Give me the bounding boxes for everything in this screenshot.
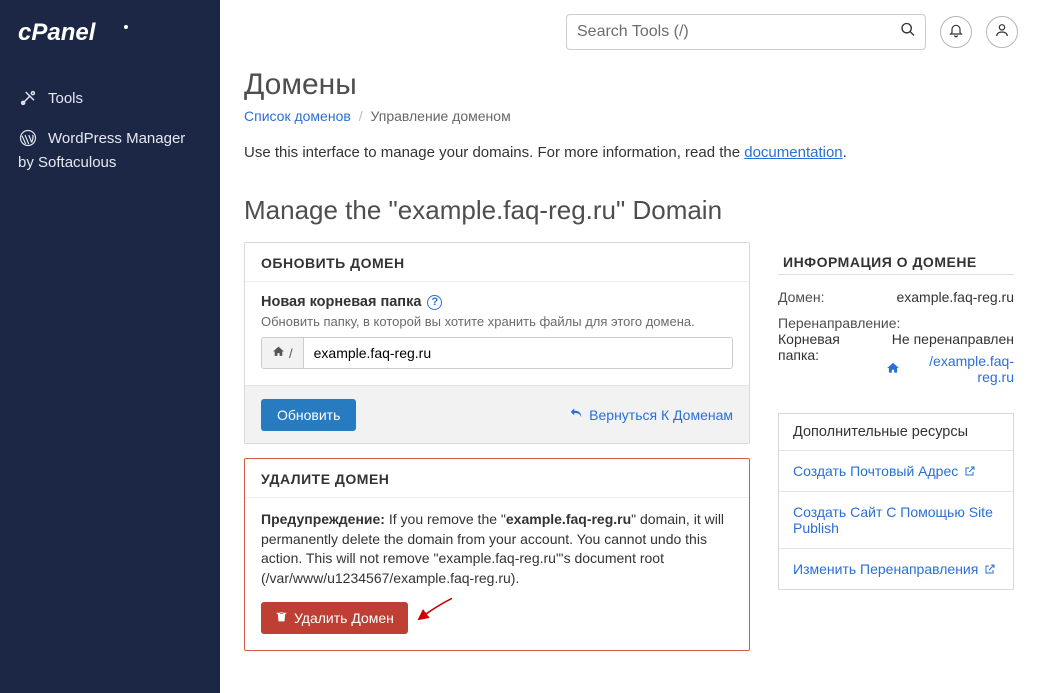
sidebar: cPanel Tools WordPress Manager xyxy=(0,0,220,693)
search-box xyxy=(566,14,926,50)
domain-info-heading: ИНФОРМАЦИЯ О ДОМЕНЕ xyxy=(778,242,1014,275)
resource-edit-redirects[interactable]: Изменить Перенаправления xyxy=(779,549,1013,589)
domain-root-link[interactable]: /example.faq-reg.ru xyxy=(886,353,1014,385)
resources-heading: Дополнительные ресурсы xyxy=(779,414,1013,451)
docroot-label-text: Новая корневая папка xyxy=(261,294,421,310)
trash-icon xyxy=(275,610,288,626)
back-link-text: Вернуться К Доменам xyxy=(589,407,733,423)
remove-warning-text: Предупреждение: If you remove the "examp… xyxy=(261,510,733,588)
external-link-icon xyxy=(984,563,996,575)
domain-info-domain-value: example.faq-reg.ru xyxy=(896,289,1014,305)
remove-warning-label: Предупреждение: xyxy=(261,511,385,527)
domain-info-section: ИНФОРМАЦИЯ О ДОМЕНЕ Домен: example.faq-r… xyxy=(778,242,1014,385)
topbar xyxy=(220,0,1038,60)
manage-domain-heading: Manage the "example.faq-reg.ru" Domain xyxy=(244,195,1014,226)
search-input[interactable] xyxy=(566,14,926,50)
remove-warning-pre: If you remove the " xyxy=(385,511,506,527)
update-button[interactable]: Обновить xyxy=(261,399,356,431)
main-area: Домены Список доменов / Управление домен… xyxy=(220,0,1038,693)
domain-info-redirect-label: Перенаправление: xyxy=(778,315,900,331)
additional-resources-panel: Дополнительные ресурсы Создать Почтовый … xyxy=(778,413,1014,590)
intro-post: . xyxy=(843,144,847,161)
domain-root-link-text: /example.faq-reg.ru xyxy=(904,353,1014,385)
documentation-link[interactable]: documentation xyxy=(744,144,842,161)
resource-create-site[interactable]: Создать Сайт С Помощью Site Publish xyxy=(779,492,1013,549)
update-panel-heading: ОБНОВИТЬ ДОМЕН xyxy=(245,243,749,282)
remove-panel-heading: УДАЛИТЕ ДОМЕН xyxy=(245,459,749,498)
sidebar-item-wordpress[interactable]: WordPress Manager by Softaculous xyxy=(18,118,202,181)
breadcrumb-separator: / xyxy=(359,108,363,124)
resource-create-email[interactable]: Создать Почтовый Адрес xyxy=(779,451,1013,492)
resource-item-label: Создать Почтовый Адрес xyxy=(793,463,958,479)
domain-info-redirect-value: Не перенаправлен xyxy=(886,331,1014,347)
sidebar-item-label-line2: by Softaculous xyxy=(18,154,116,171)
resource-item-label: Изменить Перенаправления xyxy=(793,561,978,577)
cpanel-logo: cPanel xyxy=(18,18,202,48)
sidebar-item-tools[interactable]: Tools xyxy=(18,78,202,118)
intro-pre: Use this interface to manage your domain… xyxy=(244,144,744,161)
remove-warning-domain: example.faq-reg.ru xyxy=(506,511,631,527)
breadcrumb: Список доменов / Управление доменом xyxy=(244,108,1014,124)
home-icon xyxy=(272,345,285,361)
search-icon xyxy=(900,22,916,43)
remove-button-text: Удалить Домен xyxy=(294,610,394,626)
wordpress-icon xyxy=(18,128,38,148)
update-domain-panel: ОБНОВИТЬ ДОМЕН Новая корневая папка ? Об… xyxy=(244,242,750,444)
docroot-input-group: / xyxy=(261,337,733,369)
return-icon xyxy=(569,406,583,423)
docroot-field-label: Новая корневая папка ? xyxy=(261,294,733,310)
notifications-button[interactable] xyxy=(940,16,972,48)
annotation-arrow xyxy=(414,597,454,628)
docroot-prefix: / xyxy=(262,338,304,368)
remove-domain-button[interactable]: Удалить Домен xyxy=(261,602,408,634)
remove-domain-panel: УДАЛИТЕ ДОМЕН Предупреждение: If you rem… xyxy=(244,458,750,651)
docroot-prefix-slash: / xyxy=(289,346,293,361)
docroot-input[interactable] xyxy=(304,338,732,368)
intro-text: Use this interface to manage your domain… xyxy=(244,144,1014,161)
breadcrumb-current: Управление доменом xyxy=(370,108,510,124)
tools-icon xyxy=(18,88,38,108)
user-icon xyxy=(994,22,1010,43)
help-icon[interactable]: ? xyxy=(427,295,442,310)
resource-item-label: Создать Сайт С Помощью Site Publish xyxy=(793,504,999,536)
back-to-domains-link[interactable]: Вернуться К Доменам xyxy=(569,398,733,431)
external-link-icon xyxy=(964,465,976,477)
domain-info-domain-label: Домен: xyxy=(778,289,824,305)
account-button[interactable] xyxy=(986,16,1018,48)
sidebar-item-label-line1: WordPress Manager xyxy=(48,130,185,147)
breadcrumb-domains-link[interactable]: Список доменов xyxy=(244,108,351,124)
domain-info-root-label: Корневая папка: xyxy=(778,331,876,363)
page-title: Домены xyxy=(244,68,1014,102)
bell-icon xyxy=(948,22,964,43)
home-icon xyxy=(886,361,900,378)
sidebar-item-label: Tools xyxy=(48,90,83,107)
docroot-field-description: Обновить папку, в которой вы хотите хран… xyxy=(261,314,733,329)
svg-text:cPanel: cPanel xyxy=(18,19,97,46)
